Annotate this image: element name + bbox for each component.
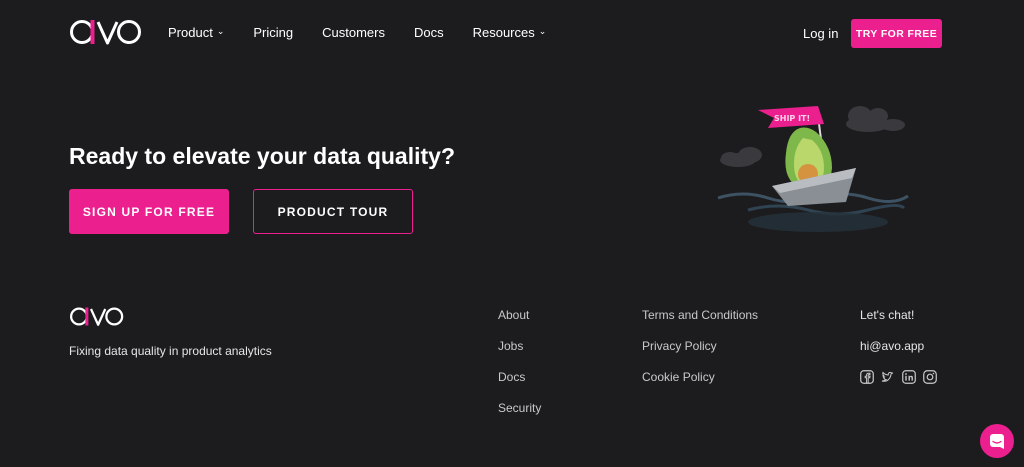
cloud-shape bbox=[846, 106, 905, 132]
intercom-chat-icon bbox=[990, 434, 1004, 449]
avo-logo-mark bbox=[70, 20, 141, 45]
footer-links-legal: Terms and Conditions Privacy Policy Cook… bbox=[642, 308, 758, 385]
contact-email-link[interactable]: hi@avo.app bbox=[860, 339, 924, 353]
footer-links-company: About Jobs Docs Security bbox=[498, 308, 541, 416]
footer-tagline: Fixing data quality in product analytics bbox=[69, 344, 272, 358]
try-for-free-button[interactable]: TRY FOR FREE bbox=[851, 19, 942, 48]
intercom-chat-button[interactable] bbox=[980, 424, 1014, 458]
nav-item-label: Resources bbox=[472, 25, 535, 40]
top-navigation: Product ⌄ Pricing Customers Docs Resourc… bbox=[0, 0, 1024, 66]
cta-headline: Ready to elevate your data quality? bbox=[69, 143, 456, 169]
avo-logo[interactable] bbox=[69, 18, 143, 46]
footer-link-about[interactable]: About bbox=[498, 308, 541, 323]
nav-item-resources[interactable]: Resources ⌄ bbox=[473, 25, 547, 40]
nav-item-docs[interactable]: Docs bbox=[414, 25, 444, 40]
footer-link-security[interactable]: Security bbox=[498, 401, 541, 416]
nav-item-pricing[interactable]: Pricing bbox=[253, 25, 293, 40]
twitter-icon[interactable] bbox=[881, 370, 895, 384]
cloud-shape bbox=[720, 147, 762, 167]
sign-up-button[interactable]: SIGN UP FOR FREE bbox=[69, 189, 229, 234]
footer-link-terms[interactable]: Terms and Conditions bbox=[642, 308, 758, 323]
footer-link-docs[interactable]: Docs bbox=[498, 370, 541, 385]
facebook-icon[interactable] bbox=[860, 370, 874, 384]
footer-link-privacy[interactable]: Privacy Policy bbox=[642, 339, 758, 354]
product-tour-button[interactable]: PRODUCT TOUR bbox=[253, 189, 413, 234]
chevron-down-icon: ⌄ bbox=[538, 26, 547, 36]
footer-avo-logo[interactable] bbox=[69, 306, 125, 327]
footer-link-cookie[interactable]: Cookie Policy bbox=[642, 370, 758, 385]
main-menu: Product ⌄ Pricing Customers Docs Resourc… bbox=[168, 25, 546, 40]
nav-item-product[interactable]: Product ⌄ bbox=[168, 25, 224, 40]
nav-item-customers[interactable]: Customers bbox=[322, 25, 385, 40]
nav-item-label: Customers bbox=[322, 25, 385, 40]
flag-text: SHIP IT! bbox=[774, 114, 810, 123]
nav-item-label: Docs bbox=[413, 25, 444, 40]
nav-item-label: Pricing bbox=[253, 25, 294, 40]
instagram-icon[interactable] bbox=[923, 370, 937, 384]
footer-link-jobs[interactable]: Jobs bbox=[498, 339, 541, 354]
nav-item-label: Product bbox=[168, 25, 213, 40]
social-links bbox=[860, 370, 937, 384]
avo-logo-mark bbox=[70, 307, 124, 326]
chevron-down-icon: ⌄ bbox=[216, 26, 225, 36]
contact-heading: Let's chat! bbox=[860, 308, 915, 322]
login-link[interactable]: Log in bbox=[803, 26, 838, 41]
linkedin-icon[interactable] bbox=[902, 370, 916, 384]
avocado-boat-illustration: SHIP IT! bbox=[717, 106, 909, 232]
